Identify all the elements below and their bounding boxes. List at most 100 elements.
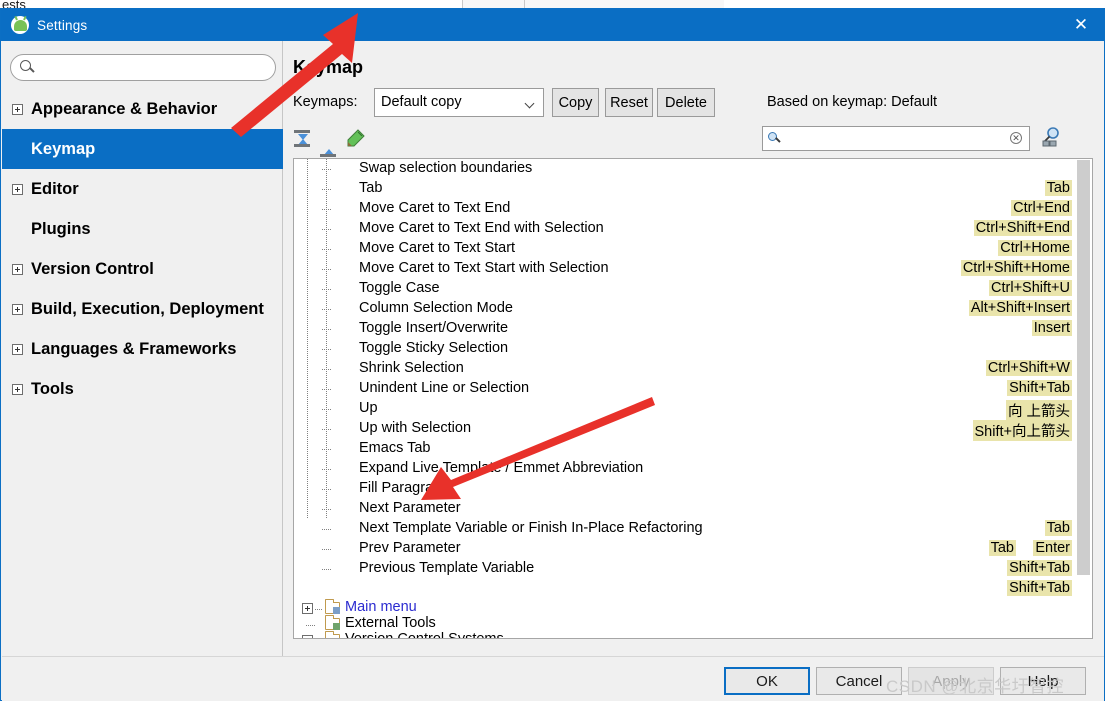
action-name: Toggle Insert/Overwrite — [359, 320, 509, 336]
table-row[interactable]: Toggle Insert/Overwrite Insert — [294, 319, 1092, 339]
find-by-shortcut-icon[interactable] — [1041, 126, 1063, 150]
tree-branch-line — [322, 569, 332, 570]
keymap-select[interactable]: Default copy — [374, 88, 544, 117]
tree-branch-line — [322, 489, 332, 490]
android-studio-icon — [11, 16, 29, 34]
expand-icon[interactable] — [12, 103, 23, 115]
expand-icon[interactable] — [302, 635, 313, 638]
sidebar-item-label: Languages & Frameworks — [31, 339, 237, 358]
actions-tree-scrollbar[interactable] — [1076, 160, 1091, 638]
table-row[interactable]: Tab Tab — [294, 179, 1092, 199]
tree-branch-line — [322, 209, 332, 210]
sidebar-nav: Appearance & Behavior Keymap Editor Plugins… — [2, 89, 283, 409]
shortcut-badge: Shift+Tab — [1007, 560, 1072, 576]
tree-branch-line — [322, 309, 332, 310]
tree-branch-line — [322, 529, 332, 530]
folder-badge-icon — [333, 607, 340, 614]
page-title: Keymap — [293, 57, 364, 77]
find-actions-input[interactable]: ✕ — [762, 126, 1030, 151]
action-name: Column Selection Mode — [359, 300, 513, 316]
table-row[interactable]: Move Caret to Text Start with Selection C… — [294, 259, 1092, 279]
chevron-down-icon — [524, 98, 535, 109]
expand-icon[interactable] — [12, 383, 23, 395]
shortcut-badge: Shift+Tab — [1007, 580, 1072, 596]
expand-icon[interactable] — [302, 603, 313, 614]
dialog-titlebar: Settings ✕ — [1, 9, 1104, 41]
table-row[interactable]: Column Selection Mode Alt+Shift+Insert — [294, 299, 1092, 319]
tree-branch-line — [322, 549, 332, 550]
table-row[interactable]: Prev Parameter Enter Tab — [294, 539, 1092, 559]
sidebar-item-label: Version Control — [31, 259, 154, 278]
sidebar-item-keymap[interactable]: Keymap — [2, 129, 283, 169]
table-row[interactable]: Up with Selection Shift+向上箭头 — [294, 419, 1092, 441]
sidebar-item-version-control[interactable]: Version Control — [2, 249, 283, 289]
table-row[interactable]: Unindent Line or Selection Shift+Tab — [294, 379, 1092, 399]
action-name: Previous Template Variable — [359, 560, 535, 576]
expand-all-icon[interactable] — [293, 128, 313, 148]
expand-icon[interactable] — [12, 343, 23, 355]
shortcut-badge: Enter — [1033, 540, 1072, 556]
table-row[interactable]: Shift+Tab — [294, 579, 1092, 599]
table-row[interactable]: Move Caret to Text End Ctrl+End — [294, 199, 1092, 219]
action-name: Toggle Sticky Selection — [359, 340, 509, 356]
table-row[interactable]: Move Caret to Text End with Selection Ctr… — [294, 219, 1092, 239]
table-row[interactable]: Swap selection boundaries — [294, 159, 1092, 179]
ok-button[interactable]: OK — [724, 667, 810, 695]
keymap-panel: Keymap Keymaps: Default copy Copy Reset … — [284, 41, 1104, 656]
table-row[interactable]: Fill Paragraph — [294, 479, 1092, 499]
table-row[interactable]: Shrink Selection Ctrl+Shift+W — [294, 359, 1092, 379]
tree-branch-line — [322, 509, 332, 510]
sidebar-search-box[interactable] — [10, 54, 276, 81]
sidebar-item-appearance-behavior[interactable]: Appearance & Behavior — [2, 89, 283, 129]
expand-icon[interactable] — [12, 183, 23, 195]
keymaps-label: Keymaps: — [293, 94, 358, 110]
sidebar-item-plugins[interactable]: Plugins — [2, 209, 283, 249]
action-name: Expand Live Template / Emmet Abbreviatio… — [359, 460, 644, 476]
tree-group-label: Main menu — [345, 599, 417, 615]
ok-button-label: OK — [756, 672, 778, 690]
action-name: Next Template Variable or Finish In-Plac… — [359, 520, 703, 536]
copy-button[interactable]: Copy — [552, 88, 599, 117]
action-name: Move Caret to Text Start — [359, 240, 516, 256]
sidebar-item-build-execution-deployment[interactable]: Build, Execution, Deployment — [2, 289, 283, 329]
sidebar-item-label: Tools — [31, 379, 74, 398]
table-row[interactable]: Expand Live Template / Emmet Abbreviatio… — [294, 459, 1092, 479]
table-row[interactable]: Next Parameter — [294, 499, 1092, 519]
tree-group-row[interactable]: Version Control Systems — [294, 631, 1092, 638]
table-row[interactable]: Up 向 上箭头 — [294, 399, 1092, 421]
expand-icon[interactable] — [12, 263, 23, 275]
shortcut-badge: Insert — [1031, 320, 1072, 336]
action-name: Next Parameter — [359, 500, 461, 516]
table-row[interactable]: Emacs Tab — [294, 439, 1092, 459]
sidebar-item-editor[interactable]: Editor — [2, 169, 283, 209]
action-name: Move Caret to Text End — [359, 200, 511, 216]
scrollbar-thumb[interactable] — [1077, 160, 1090, 575]
search-icon — [20, 60, 31, 71]
table-row[interactable]: Toggle Sticky Selection — [294, 339, 1092, 359]
table-row[interactable]: Next Template Variable or Finish In-Plac… — [294, 519, 1092, 539]
tree-branch-line — [322, 169, 332, 170]
expand-icon[interactable] — [12, 303, 23, 315]
actions-tree[interactable]: Ctrl+Alt+EnterSwap selection boundariesT… — [293, 158, 1093, 639]
close-icon[interactable]: ✕ — [1058, 9, 1104, 41]
sidebar-item-languages-frameworks[interactable]: Languages & Frameworks — [2, 329, 283, 369]
edit-shortcut-icon[interactable] — [347, 129, 365, 147]
copy-button-label: Copy — [558, 94, 593, 111]
action-name: Fill Paragraph — [359, 480, 450, 496]
screenshot-root: ests Settings ✕ Appearance & Behavior Key… — [0, 0, 1105, 701]
tree-branch-line — [322, 369, 332, 370]
delete-button[interactable]: Delete — [657, 88, 715, 117]
action-name: Emacs Tab — [359, 440, 431, 456]
reset-button[interactable]: Reset — [605, 88, 653, 117]
sidebar-item-tools[interactable]: Tools — [2, 369, 283, 409]
shortcut-badge: Alt+Shift+Insert — [968, 300, 1072, 316]
table-row[interactable]: Previous Template Variable Shift+Tab — [294, 559, 1092, 579]
table-row[interactable]: Toggle Case Ctrl+Shift+U — [294, 279, 1092, 299]
tree-group-label: External Tools — [345, 615, 436, 631]
sidebar-item-label: Appearance & Behavior — [31, 99, 218, 118]
shortcut-badge: Ctrl+Shift+Home — [960, 260, 1072, 276]
table-row[interactable]: Move Caret to Text Start Ctrl+Home — [294, 239, 1092, 259]
action-name: Move Caret to Text End with Selection — [359, 220, 604, 236]
shortcut-badge: Ctrl+Home — [998, 240, 1072, 256]
clear-search-icon[interactable]: ✕ — [1010, 132, 1022, 144]
